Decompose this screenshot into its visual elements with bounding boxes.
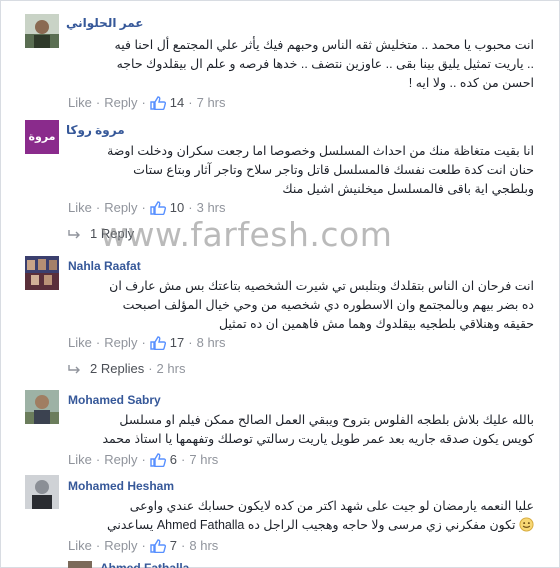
reply-link[interactable]: Reply <box>104 95 137 110</box>
separator: · <box>141 95 146 111</box>
watermark: www.farfesh.com <box>100 215 393 254</box>
separator: · <box>95 538 101 554</box>
comment-author[interactable]: عمر الحلواني <box>66 16 144 30</box>
replies-timestamp: 2 hrs <box>156 361 186 376</box>
timestamp[interactable]: 3 hrs <box>197 200 226 215</box>
comment-line: حقيقه وهنلاقي بلطجيه بيقلدوك وهما مش فاه… <box>218 317 534 331</box>
reply-arrow-icon <box>68 364 80 374</box>
comment-actions: Like · Reply · 6 · 7 hrs <box>68 451 218 467</box>
separator: · <box>181 538 186 554</box>
comment-line: تكون مفكرني زي مرسى ولا حاجه وهجيب الراج… <box>66 516 534 535</box>
thumbs-up-icon[interactable] <box>150 452 166 467</box>
like-link[interactable]: Like <box>68 452 92 467</box>
comment-actions: Like · Reply · 10 · 3 hrs <box>68 199 226 215</box>
like-count[interactable]: 10 <box>170 200 184 215</box>
like-count[interactable]: 6 <box>170 452 177 467</box>
avatar[interactable] <box>68 561 92 568</box>
comment-author[interactable]: مروة روكا <box>66 123 125 137</box>
comment-text: عليا النعمه يارمضان لو جيت على شهد اكتر … <box>66 497 534 535</box>
avatar[interactable] <box>25 14 59 48</box>
timestamp[interactable]: 8 hrs <box>197 335 226 350</box>
like-count[interactable]: 7 <box>170 538 177 553</box>
thumbs-up-icon[interactable] <box>150 95 166 110</box>
view-replies[interactable]: 2 Replies · 2 hrs <box>68 361 185 376</box>
like-link[interactable]: Like <box>68 538 92 553</box>
separator: · <box>141 538 146 554</box>
thumbs-up-icon[interactable] <box>150 200 166 215</box>
comment-actions: Like · Reply · 7 · 8 hrs <box>68 537 218 553</box>
comment-line: احسن من كده .. ولا ايه ! <box>408 76 534 90</box>
comment-actions: Like · Reply · 14 · 7 hrs <box>68 94 226 110</box>
separator: · <box>141 335 146 351</box>
smile-emoji-icon <box>519 517 534 532</box>
like-link[interactable]: Like <box>68 95 92 110</box>
comment-actions: Like · Reply · 17 · 8 hrs <box>68 334 226 350</box>
comment-line: عليا النعمه يارمضان لو جيت على شهد اكتر … <box>129 499 534 513</box>
like-count[interactable]: 17 <box>170 335 184 350</box>
separator: · <box>141 452 146 468</box>
comment-line: انت فرحان ان الناس بتقلدك وبتلبس تي شيرت… <box>109 279 534 293</box>
comment-line: انت محبوب يا محمد .. متخليش ثقه الناس وح… <box>114 38 534 52</box>
separator: · <box>148 361 153 376</box>
timestamp[interactable]: 7 hrs <box>189 452 218 467</box>
like-count[interactable]: 14 <box>170 95 184 110</box>
reply-link[interactable]: Reply <box>104 538 137 553</box>
comment-line: ده بضر بيهم وبالمجتمع وان الاسطوره دي شخ… <box>122 298 534 312</box>
thumbs-up-icon[interactable] <box>150 335 166 350</box>
separator: · <box>95 335 101 351</box>
thumbs-up-icon[interactable] <box>150 538 166 553</box>
replies-count[interactable]: 2 Replies <box>90 361 144 376</box>
comment-line: بالله عليك بلاش بلطجه الفلوس بتروح ويبقي… <box>119 413 534 427</box>
reply-link[interactable]: Reply <box>104 335 137 350</box>
separator: · <box>141 200 146 216</box>
avatar-logo-text: مروة <box>28 131 56 143</box>
comment-text: انا بقيت متغاظة منك من احداث المسلسل وخص… <box>66 142 534 199</box>
comment-line: حنان انت كدة طلعت نفسك فالمسلسل قاتل وتا… <box>133 163 534 177</box>
reply-link[interactable]: Reply <box>104 200 137 215</box>
timestamp[interactable]: 7 hrs <box>197 95 226 110</box>
comment-line: وبلطجي اية باقى فالمسلسل ميخلنيش اشيل من… <box>282 182 534 196</box>
timestamp[interactable]: 8 hrs <box>189 538 218 553</box>
comment-text: بالله عليك بلاش بلطجه الفلوس بتروح ويبقي… <box>66 411 534 449</box>
avatar[interactable]: مروة <box>25 120 59 154</box>
like-link[interactable]: Like <box>68 335 92 350</box>
separator: · <box>188 335 193 351</box>
separator: · <box>95 452 101 468</box>
separator: · <box>181 452 186 468</box>
avatar[interactable] <box>25 475 59 509</box>
separator: · <box>95 95 101 111</box>
comment-author[interactable]: Mohamed Sabry <box>68 393 161 407</box>
separator: · <box>95 200 101 216</box>
separator: · <box>188 95 193 111</box>
comment-author[interactable]: Mohamed Hesham <box>68 479 174 493</box>
avatar[interactable] <box>25 256 59 290</box>
like-link[interactable]: Like <box>68 200 92 215</box>
separator: · <box>188 200 193 216</box>
comment-line-text: تكون مفكرني زي مرسى ولا حاجه وهجيب الراج… <box>106 518 516 532</box>
comment-text: انت فرحان ان الناس بتقلدك وبتلبس تي شيرت… <box>66 277 534 334</box>
avatar[interactable] <box>25 390 59 424</box>
comment-line: انا بقيت متغاظة منك من احداث المسلسل وخص… <box>107 144 534 158</box>
comment-line: .. ياريت تمثيل يليق بينا بقى .. عاوزين ن… <box>116 57 534 71</box>
comment-line: كويس يكون صدقه جاريه بعد عمر طويل ياريت … <box>102 432 534 446</box>
comment-text: انت محبوب يا محمد .. متخليش ثقه الناس وح… <box>66 36 534 93</box>
comment-author[interactable]: Ahmed Fathalla <box>100 560 189 568</box>
comment-author[interactable]: Nahla Raafat <box>68 259 141 273</box>
reply-link[interactable]: Reply <box>104 452 137 467</box>
reply-arrow-icon <box>68 229 80 239</box>
